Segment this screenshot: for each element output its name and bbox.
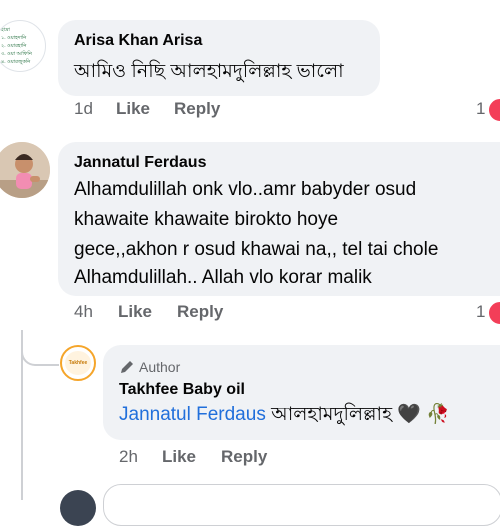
thread-branch — [21, 330, 59, 366]
reply-input-box[interactable] — [103, 484, 500, 526]
reply-actions: 2h Like Reply — [0, 447, 500, 471]
reply-author[interactable]: Takhfee Baby oil — [119, 381, 245, 399]
like-button[interactable]: Like — [162, 447, 196, 467]
comment-bubble[interactable]: Jannatul Ferdaus Alhamdulillah onk vlo..… — [58, 142, 500, 296]
comment-text-line: Alhamdulillah onk vlo..amr babyder osud — [74, 179, 417, 200]
pencil-icon — [121, 361, 133, 373]
reaction-count[interactable]: 1 — [476, 302, 485, 322]
logo-text: Takhfee — [68, 360, 88, 366]
reply-button[interactable]: Reply — [221, 447, 267, 467]
comment-author[interactable]: Arisa Khan Arisa — [74, 32, 202, 50]
avatar-text-block: হাদ্রা ১. ওয়াহদানি ২. ওয়ারহানি ৩. ওয়া… — [1, 26, 43, 66]
avatar-line: ৩. ওয়া আফিনি — [1, 51, 32, 57]
comment-author[interactable]: Jannatul Ferdaus — [74, 154, 206, 172]
author-badge: Author — [139, 359, 181, 375]
comment-actions: 1d Like Reply — [0, 99, 500, 123]
reply-text-body: আলহামদুলিল্লাহ — [271, 404, 393, 425]
like-button[interactable]: Like — [116, 99, 150, 119]
comment-text-line: gece,,akhon r osud khawai na,, tel tai c… — [74, 239, 439, 260]
avatar-line: ২. ওয়ারহানি — [1, 43, 27, 49]
avatar-line: ১. ওয়াহদানি — [1, 35, 27, 41]
like-button[interactable]: Like — [118, 302, 152, 322]
avatar[interactable] — [60, 490, 96, 526]
comment-text: আমিও নিছি আলহামদুলিল্লাহ ভালো — [74, 61, 344, 82]
comment-time[interactable]: 4h — [74, 302, 93, 322]
avatar[interactable]: হাদ্রা ১. ওয়াহদানি ২. ওয়ারহানি ৩. ওয়া… — [0, 20, 46, 72]
reply-button[interactable]: Reply — [174, 99, 220, 119]
reply-time[interactable]: 2h — [119, 447, 138, 467]
avatar[interactable] — [0, 142, 50, 198]
comment-time[interactable]: 1d — [74, 99, 93, 119]
child-photo-icon — [0, 142, 50, 198]
reaction-count[interactable]: 1 — [476, 99, 485, 119]
mention-link[interactable]: Jannatul Ferdaus — [119, 404, 266, 425]
reply-bubble[interactable]: Author Takhfee Baby oil Jannatul Ferdaus… — [103, 345, 500, 440]
comment-text-line: khawaite khawaite birokto hoye — [74, 209, 339, 230]
reply-button[interactable]: Reply — [177, 302, 223, 322]
comment-actions: 4h Like Reply — [0, 302, 500, 326]
avatar-line: ৪. ওয়ারজুকনি — [1, 59, 31, 65]
reply-text: Jannatul Ferdaus আলহামদুলিল্লাহ 🖤 🥀 — [119, 400, 450, 430]
page-avatar[interactable]: Takhfee — [60, 345, 96, 381]
avatar-line: হাদ্রা — [1, 27, 10, 33]
reply-emoji: 🖤 🥀 — [397, 404, 450, 425]
comment-bubble[interactable]: Arisa Khan Arisa আমিও নিছি আলহামদুলিল্লা… — [58, 20, 380, 96]
comment-text-line: Alhamdulillah.. Allah vlo korar malik — [74, 267, 372, 288]
